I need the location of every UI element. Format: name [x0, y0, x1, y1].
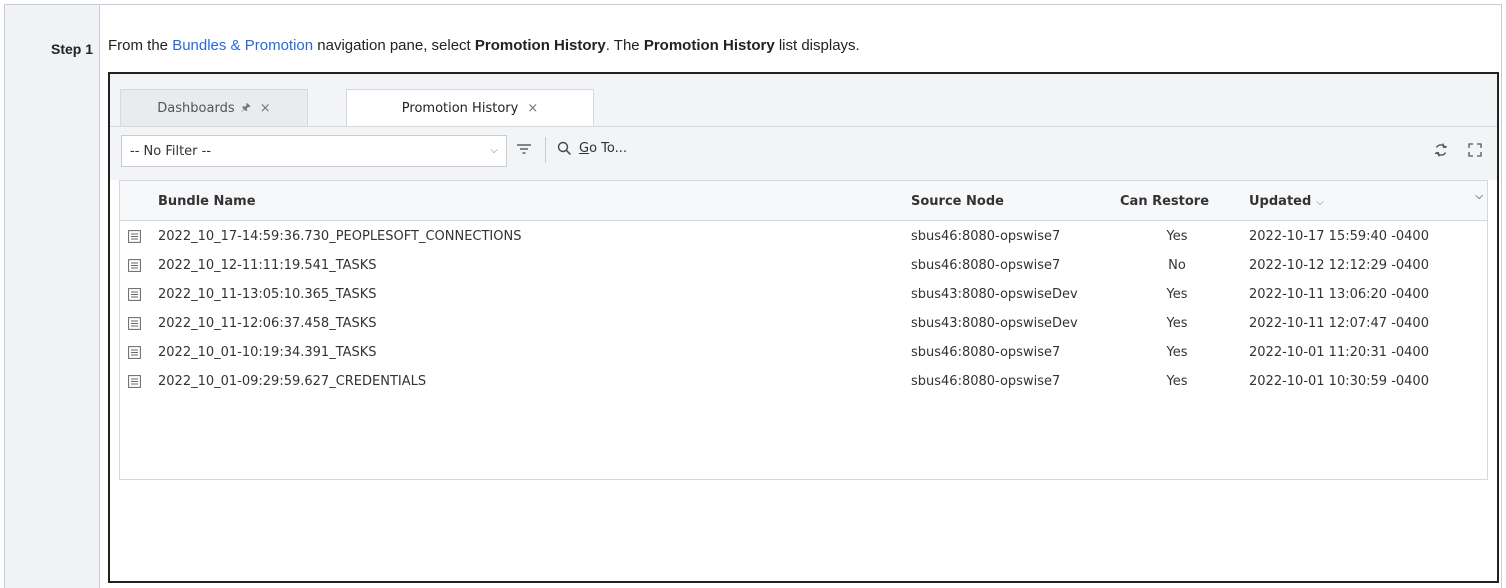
can-restore-cell: Yes [1166, 374, 1188, 389]
table-row[interactable]: 2022_10_01-10:19:34.391_TASKS sbus46:8080… [120, 338, 1487, 367]
step-label: Step 1 [50, 41, 93, 57]
instruction-bold-1: Promotion History [474, 37, 606, 54]
step-cell: Step 1 [5, 5, 100, 588]
source-node-cell: sbus43:8080-opswiseDev [911, 287, 1078, 302]
updated-cell: 2022-10-12 12:12:29 -0400 [1249, 258, 1429, 273]
tab-promotion-history[interactable]: Promotion History × [346, 89, 594, 127]
close-icon[interactable]: × [260, 101, 271, 116]
tab-label: Dashboards [157, 100, 235, 116]
screenshot-frame: Dashboards 🖈︎ × Promotion History × -- N… [108, 72, 1499, 583]
bundle-record-icon [128, 259, 141, 272]
source-node-cell: sbus46:8080-opswise7 [911, 345, 1061, 360]
instruction-text: From the Bundles & Promotion navigation … [108, 37, 860, 54]
updated-cell: 2022-10-01 11:20:31 -0400 [1249, 345, 1429, 360]
instruction-bold-2: Promotion History [643, 37, 775, 54]
sort-descending-icon[interactable]: ⌵ [1316, 197, 1324, 208]
instruction-prefix: From the [108, 37, 173, 54]
bundle-record-icon [128, 346, 141, 359]
bundle-record-icon [128, 317, 141, 330]
instruction-middle-2: . The [605, 37, 644, 54]
table-row[interactable]: 2022_10_11-13:05:10.365_TASKS sbus43:8080… [120, 280, 1487, 309]
source-node-cell: sbus46:8080-opswise7 [911, 258, 1061, 273]
go-to-button[interactable]: Go To... [557, 141, 627, 156]
bundle-name-cell: 2022_10_01-09:29:59.627_CREDENTIALS [158, 374, 427, 389]
promotion-history-grid: Bundle Name Source Node Can Restore Upda… [119, 180, 1488, 480]
bundle-record-icon [128, 375, 141, 388]
bundle-name-cell: 2022_10_12-11:11:19.541_TASKS [158, 258, 377, 273]
column-header-can-restore[interactable]: Can Restore [1120, 194, 1209, 209]
updated-cell: 2022-10-17 15:59:40 -0400 [1249, 229, 1429, 244]
can-restore-cell: Yes [1166, 316, 1188, 331]
column-header-source-node[interactable]: Source Node [911, 194, 1004, 209]
pin-icon[interactable]: 🖈︎ [241, 99, 251, 118]
toolbar-divider [545, 137, 546, 163]
updated-cell: 2022-10-11 12:07:47 -0400 [1249, 316, 1429, 331]
filter-select[interactable]: -- No Filter -- ⌵ [121, 135, 507, 167]
instruction-middle: navigation pane, select [313, 37, 475, 54]
filter-icon[interactable] [515, 140, 533, 158]
step-content: From the Bundles & Promotion navigation … [101, 5, 1501, 588]
list-toolbar: -- No Filter -- ⌵ Go To... [110, 127, 1497, 180]
tab-bar: Dashboards 🖈︎ × Promotion History × [110, 74, 1497, 127]
expand-icon[interactable] [1468, 143, 1482, 157]
table-row[interactable]: 2022_10_12-11:11:19.541_TASKS sbus46:8080… [120, 251, 1487, 280]
can-restore-cell: Yes [1166, 345, 1188, 360]
can-restore-cell: Yes [1166, 287, 1188, 302]
grid-header: Bundle Name Source Node Can Restore Upda… [120, 181, 1487, 221]
tab-label: Promotion History [401, 101, 519, 116]
bundle-name-cell: 2022_10_01-10:19:34.391_TASKS [158, 345, 377, 360]
table-row[interactable]: 2022_10_17-14:59:36.730_PEOPLESOFT_CONNE… [120, 222, 1487, 251]
source-node-cell: sbus46:8080-opswise7 [911, 229, 1061, 244]
filter-value: -- No Filter -- [130, 143, 212, 159]
source-node-cell: sbus46:8080-opswise7 [911, 374, 1061, 389]
close-icon[interactable]: × [527, 101, 538, 116]
grid-empty-area [110, 480, 1497, 581]
instruction-suffix: list displays. [774, 37, 860, 54]
tab-dashboards[interactable]: Dashboards 🖈︎ × [120, 89, 308, 126]
bundle-record-icon [128, 230, 141, 243]
bundles-promotion-link[interactable]: Bundles & Promotion [172, 37, 313, 54]
chevron-down-icon: ⌵ [490, 145, 498, 156]
can-restore-cell: Yes [1166, 229, 1188, 244]
refresh-icon[interactable] [1433, 142, 1449, 158]
search-icon [557, 141, 572, 156]
bundle-name-cell: 2022_10_17-14:59:36.730_PEOPLESOFT_CONNE… [158, 229, 522, 244]
table-row[interactable]: 2022_10_11-12:06:37.458_TASKS sbus43:8080… [120, 309, 1487, 338]
updated-cell: 2022-10-11 13:06:20 -0400 [1249, 287, 1429, 302]
bundle-name-cell: 2022_10_11-13:05:10.365_TASKS [158, 287, 377, 302]
table-row[interactable]: 2022_10_01-09:29:59.627_CREDENTIALS sbus4… [120, 367, 1487, 396]
bundle-record-icon [128, 288, 141, 301]
column-header-updated[interactable]: Updated ⌵ [1249, 194, 1324, 209]
column-menu-icon[interactable]: ⌵ [1475, 191, 1483, 202]
source-node-cell: sbus43:8080-opswiseDev [911, 316, 1078, 331]
can-restore-cell: No [1168, 258, 1186, 273]
column-header-bundle-name[interactable]: Bundle Name [158, 194, 256, 209]
updated-cell: 2022-10-01 10:30:59 -0400 [1249, 374, 1429, 389]
bundle-name-cell: 2022_10_11-12:06:37.458_TASKS [158, 316, 377, 331]
doc-step-table: Step 1 From the Bundles & Promotion navi… [4, 4, 1502, 588]
go-to-label: Go To... [579, 141, 628, 156]
